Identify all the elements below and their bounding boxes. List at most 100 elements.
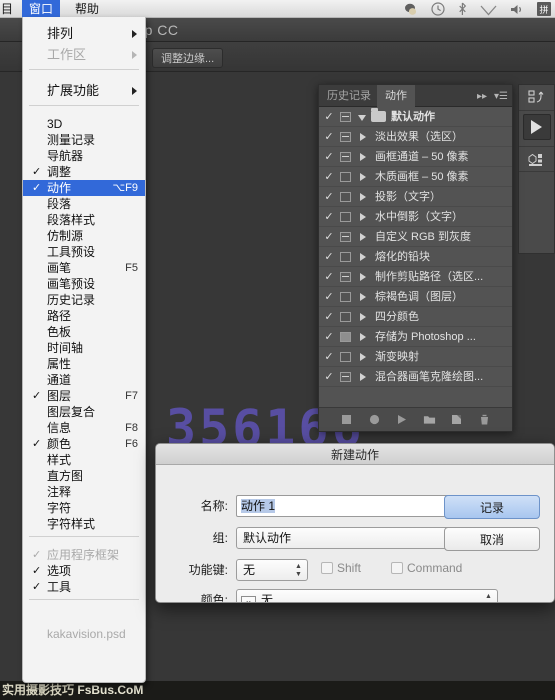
chevron-right-icon[interactable] xyxy=(360,253,366,261)
action-row[interactable]: ✓ 画框通道 – 50 像素 xyxy=(319,147,512,167)
bluetooth-icon[interactable] xyxy=(458,2,467,16)
menu-item-histogram[interactable]: 直方图 xyxy=(23,468,145,484)
toggle-dialog-box[interactable] xyxy=(340,132,351,142)
checkmark-icon[interactable]: ✓ xyxy=(323,247,335,267)
collapsed-panel-dock[interactable] xyxy=(518,84,555,254)
menu-item-navigator[interactable]: 导航器 xyxy=(23,148,145,164)
actions-panel[interactable]: 历史记录 动作 ▸▸ ▾☰ ✓ 默认动作 ✓ 淡出效果（选区） ✓ 画框通道 –… xyxy=(318,84,513,432)
menu-item-tools[interactable]: ✓ 工具 xyxy=(23,579,145,595)
input-method-icon[interactable]: 拼 xyxy=(537,2,551,16)
checkmark-icon[interactable]: ✓ xyxy=(323,147,335,167)
checkmark-icon[interactable]: ✓ xyxy=(323,347,335,367)
new-action-icon[interactable] xyxy=(450,413,463,426)
chevron-right-icon[interactable] xyxy=(360,313,366,321)
toggle-dialog-box[interactable] xyxy=(340,172,351,182)
checkmark-icon[interactable]: ✓ xyxy=(323,187,335,207)
window-menu-dropdown[interactable]: 排列 工作区 扩展功能 3D 测量记录 导航器 ✓ 调整 ✓ 动作 ⌥F9 段落… xyxy=(22,17,146,683)
record-button[interactable]: 记录 xyxy=(444,495,540,519)
time-machine-icon[interactable] xyxy=(431,2,445,16)
menu-item-channels[interactable]: 通道 xyxy=(23,372,145,388)
menu-item-actions[interactable]: ✓ 动作 ⌥F9 xyxy=(23,180,145,196)
toggle-dialog-box[interactable] xyxy=(340,332,351,342)
checkmark-icon[interactable]: ✓ xyxy=(323,127,335,147)
function-key-select[interactable]: 无 ▲▼ xyxy=(236,559,308,581)
new-set-icon[interactable] xyxy=(423,413,436,426)
chevron-right-icon[interactable] xyxy=(360,213,366,221)
toggle-dialog-box[interactable] xyxy=(340,212,351,222)
dropbox-icon[interactable] xyxy=(404,3,418,16)
toggle-dialog-box[interactable] xyxy=(340,112,351,122)
menu-item-3d[interactable]: 3D xyxy=(23,116,145,132)
chevron-right-icon[interactable] xyxy=(360,173,366,181)
menu-item-tool-presets[interactable]: 工具预设 xyxy=(23,244,145,260)
record-icon[interactable] xyxy=(368,413,381,426)
checkmark-icon[interactable]: ✓ xyxy=(323,207,335,227)
menu-item-layers[interactable]: ✓ 图层 F7 xyxy=(23,388,145,404)
checkmark-icon[interactable]: ✓ xyxy=(323,327,335,347)
dock-item-3d[interactable] xyxy=(519,146,554,172)
command-checkbox[interactable]: Command xyxy=(391,561,462,575)
color-select[interactable]: ×无 ▲▼ xyxy=(236,589,498,603)
menu-item-extensions[interactable]: 扩展功能 xyxy=(23,80,145,101)
chevron-right-icon[interactable] xyxy=(360,373,366,381)
chevron-right-icon[interactable] xyxy=(360,153,366,161)
action-row[interactable]: ✓ 棕褐色调（图层） xyxy=(319,287,512,307)
new-action-dialog[interactable]: 新建动作 名称: 动作 1 记录 组: 默认动作 ▲▼ 取消 功能键: 无 ▲▼ xyxy=(155,443,555,603)
menu-item-help[interactable]: 帮助 xyxy=(68,0,106,18)
menu-item-properties[interactable]: 属性 xyxy=(23,356,145,372)
volume-icon[interactable] xyxy=(510,3,524,16)
checkmark-icon[interactable]: ✓ xyxy=(323,287,335,307)
menu-item-info[interactable]: 信息 F8 xyxy=(23,420,145,436)
action-row[interactable]: ✓ 混合器画笔克隆绘图... xyxy=(319,367,512,387)
delete-icon[interactable] xyxy=(478,413,491,426)
menu-item-brush-presets[interactable]: 画笔预设 xyxy=(23,276,145,292)
menu-item-adjustments[interactable]: ✓ 调整 xyxy=(23,164,145,180)
chevron-right-icon[interactable] xyxy=(360,133,366,141)
chevron-right-icon[interactable] xyxy=(360,273,366,281)
actions-list[interactable]: ✓ 默认动作 ✓ 淡出效果（选区） ✓ 画框通道 – 50 像素 ✓ 木质画框 … xyxy=(319,107,512,409)
action-row[interactable]: ✓ 熔化的铅块 xyxy=(319,247,512,267)
chevron-right-icon[interactable] xyxy=(360,293,366,301)
chevron-down-icon[interactable] xyxy=(358,115,366,121)
toggle-dialog-box[interactable] xyxy=(340,372,351,382)
panel-menu-icon[interactable]: ▾☰ xyxy=(494,91,508,102)
toggle-dialog-box[interactable] xyxy=(340,352,351,362)
dock-item-play[interactable] xyxy=(523,114,551,140)
menu-item-layer-comps[interactable]: 图层复合 xyxy=(23,404,145,420)
toggle-dialog-box[interactable] xyxy=(340,272,351,282)
action-row[interactable]: ✓ 淡出效果（选区） xyxy=(319,127,512,147)
menu-item-application-frame[interactable]: ✓ 应用程序框架 xyxy=(23,547,145,563)
toggle-dialog-box[interactable] xyxy=(340,152,351,162)
menu-item-open-document[interactable]: kakavision.psd xyxy=(23,626,145,642)
menu-item-styles[interactable]: 样式 xyxy=(23,452,145,468)
checkmark-icon[interactable]: ✓ xyxy=(323,267,335,287)
chevron-right-icon[interactable] xyxy=(360,333,366,341)
action-group-row[interactable]: ✓ 默认动作 xyxy=(319,107,512,127)
menu-item-workspace[interactable]: 工作区 xyxy=(23,44,145,65)
menu-item-arrange[interactable]: 排列 xyxy=(23,23,145,44)
chevron-right-icon[interactable] xyxy=(360,193,366,201)
action-row[interactable]: ✓ 存储为 Photoshop ... xyxy=(319,327,512,347)
cancel-button[interactable]: 取消 xyxy=(444,527,540,551)
action-row[interactable]: ✓ 渐变映射 xyxy=(319,347,512,367)
play-icon[interactable] xyxy=(395,413,408,426)
menu-item-swatches[interactable]: 色板 xyxy=(23,324,145,340)
toggle-dialog-box[interactable] xyxy=(340,192,351,202)
menu-item-color[interactable]: ✓ 颜色 F6 xyxy=(23,436,145,452)
menu-item-character-styles[interactable]: 字符样式 xyxy=(23,516,145,532)
wifi-icon[interactable] xyxy=(480,3,497,16)
tab-history[interactable]: 历史记录 xyxy=(319,85,379,107)
menu-item-paths[interactable]: 路径 xyxy=(23,308,145,324)
checkmark-icon[interactable]: ✓ xyxy=(323,227,335,247)
menu-item-notes[interactable]: 注释 xyxy=(23,484,145,500)
toggle-dialog-box[interactable] xyxy=(340,232,351,242)
toggle-dialog-box[interactable] xyxy=(340,292,351,302)
stop-icon[interactable] xyxy=(340,413,353,426)
menu-item-brush[interactable]: 画笔 F5 xyxy=(23,260,145,276)
checkmark-icon[interactable]: ✓ xyxy=(323,307,335,327)
checkmark-icon[interactable]: ✓ xyxy=(323,107,335,127)
menu-item-paragraph[interactable]: 段落 xyxy=(23,196,145,212)
menu-item-timeline[interactable]: 时间轴 xyxy=(23,340,145,356)
menu-item-options[interactable]: ✓ 选项 xyxy=(23,563,145,579)
action-row[interactable]: ✓ 水中倒影（文字） xyxy=(319,207,512,227)
